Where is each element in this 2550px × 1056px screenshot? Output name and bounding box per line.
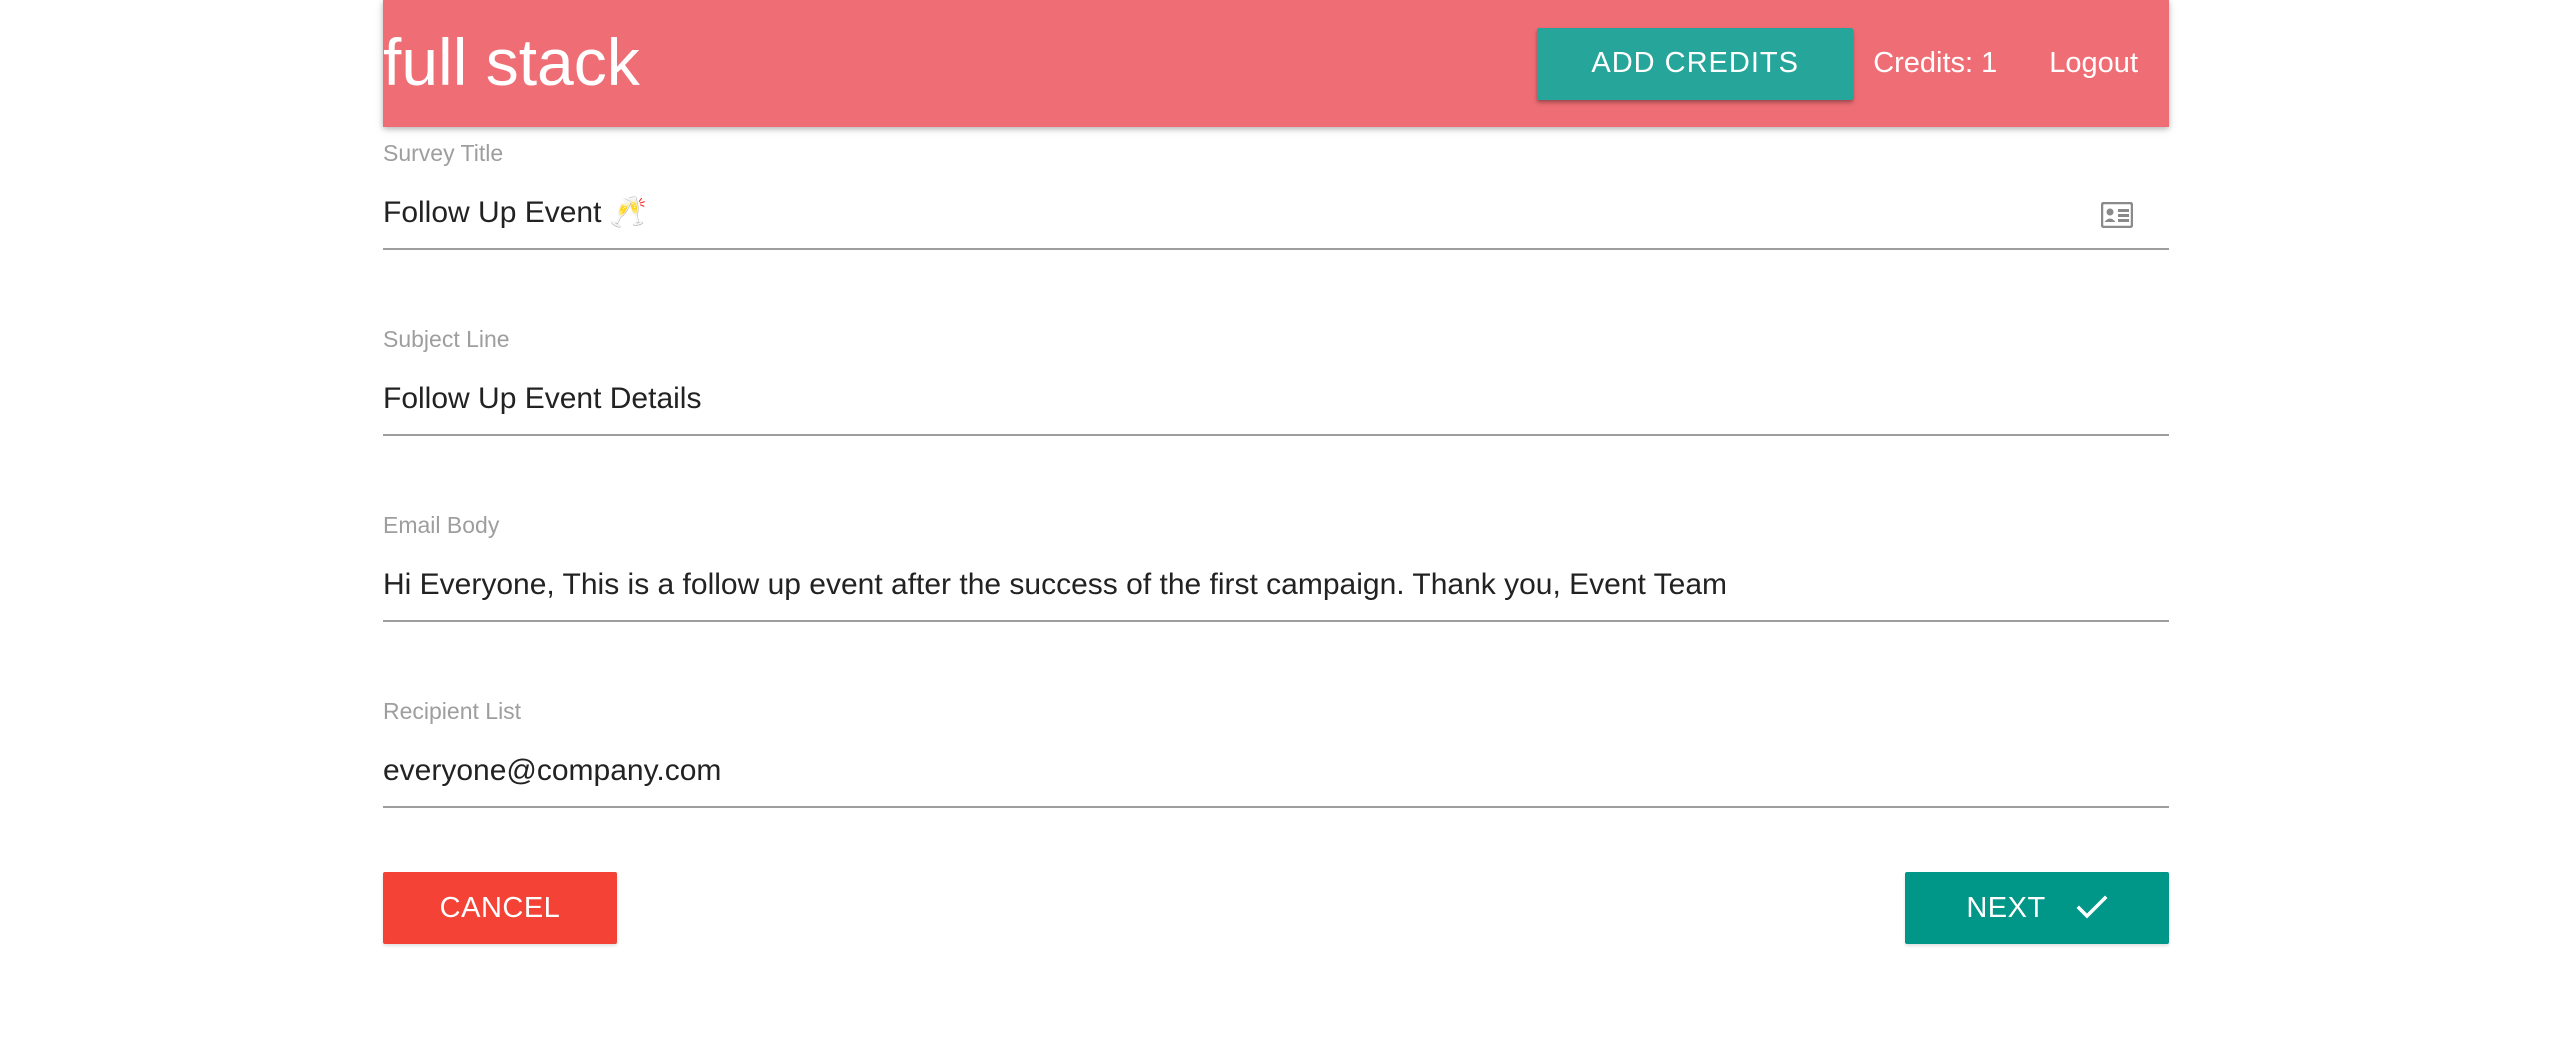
- logout-link[interactable]: Logout: [2049, 47, 2138, 80]
- survey-title-label: Survey Title: [383, 140, 504, 166]
- champagne-emoji: 🥂: [609, 196, 647, 229]
- credits-count: Credits: 1: [1873, 47, 1998, 79]
- brand-logo[interactable]: full stack: [383, 22, 640, 102]
- top-navbar: full stack ADD CREDITS Credits: 1 Logout: [383, 0, 2169, 127]
- survey-title-value: Follow Up Event: [383, 196, 602, 229]
- subject-line-label: Subject Line: [383, 326, 510, 352]
- add-credits-button[interactable]: ADD CREDITS: [1537, 27, 1854, 100]
- survey-title-input[interactable]: Follow Up Event 🥂: [383, 178, 2169, 250]
- subject-line-input[interactable]: Follow Up Event Details: [383, 364, 2169, 436]
- email-body-input[interactable]: Hi Everyone, This is a follow up event a…: [383, 550, 2169, 622]
- next-button-label: NEXT: [1966, 891, 2046, 924]
- page-container: full stack ADD CREDITS Credits: 1 Logout…: [383, 0, 2169, 944]
- email-body-label: Email Body: [383, 512, 500, 538]
- contact-card-icon[interactable]: [2101, 202, 2133, 228]
- cancel-button[interactable]: CANCEL: [383, 872, 617, 944]
- recipient-list-label: Recipient List: [383, 698, 522, 724]
- check-icon: [2076, 895, 2108, 919]
- recipient-list-input[interactable]: everyone@company.com: [383, 736, 2169, 808]
- next-button[interactable]: NEXT: [1905, 872, 2169, 944]
- nav-right-menu: ADD CREDITS Credits: 1 Logout: [1537, 0, 2169, 127]
